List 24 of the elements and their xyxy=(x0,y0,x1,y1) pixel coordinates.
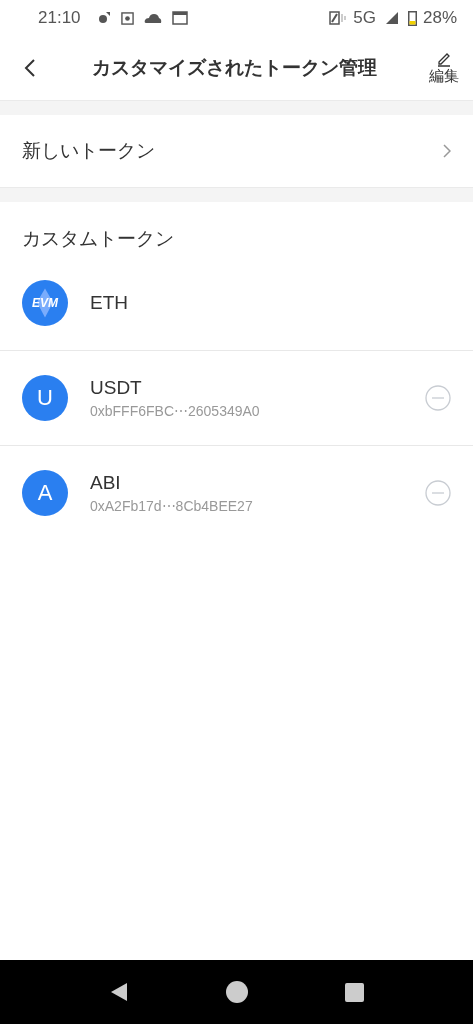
token-avatar: A xyxy=(22,470,68,516)
calendar-icon xyxy=(171,11,188,25)
back-icon xyxy=(24,58,36,78)
edit-button[interactable]: 編集 xyxy=(429,50,459,86)
token-name: ABI xyxy=(90,472,122,494)
home-nav-icon[interactable] xyxy=(226,981,248,1003)
page-title: カスタマイズされたトークン管理 xyxy=(91,55,378,80)
battery-icon xyxy=(407,10,417,26)
signal-icon xyxy=(385,12,398,24)
token-address: 0xbFFF6FBC⋯2605349A0 xyxy=(90,403,261,419)
token-address: 0xA2Fb17d⋯8Cb4BEE27 xyxy=(90,498,254,514)
battery-percent: 28% xyxy=(422,8,457,28)
cloud-icon xyxy=(143,13,162,23)
chevron-right-icon xyxy=(443,144,451,158)
recents-nav-icon[interactable] xyxy=(345,982,365,1002)
network-label: 5G xyxy=(353,8,376,28)
token-name: USDT xyxy=(90,377,143,399)
photo-icon xyxy=(120,11,134,25)
token-name: ETH xyxy=(90,292,129,314)
vibrate-icon xyxy=(329,11,348,25)
status-time: 21:10 xyxy=(38,8,81,28)
section-title: カスタムトークン xyxy=(21,226,175,251)
evm-logo: EVM xyxy=(22,280,68,326)
token-avatar: U xyxy=(22,375,68,421)
